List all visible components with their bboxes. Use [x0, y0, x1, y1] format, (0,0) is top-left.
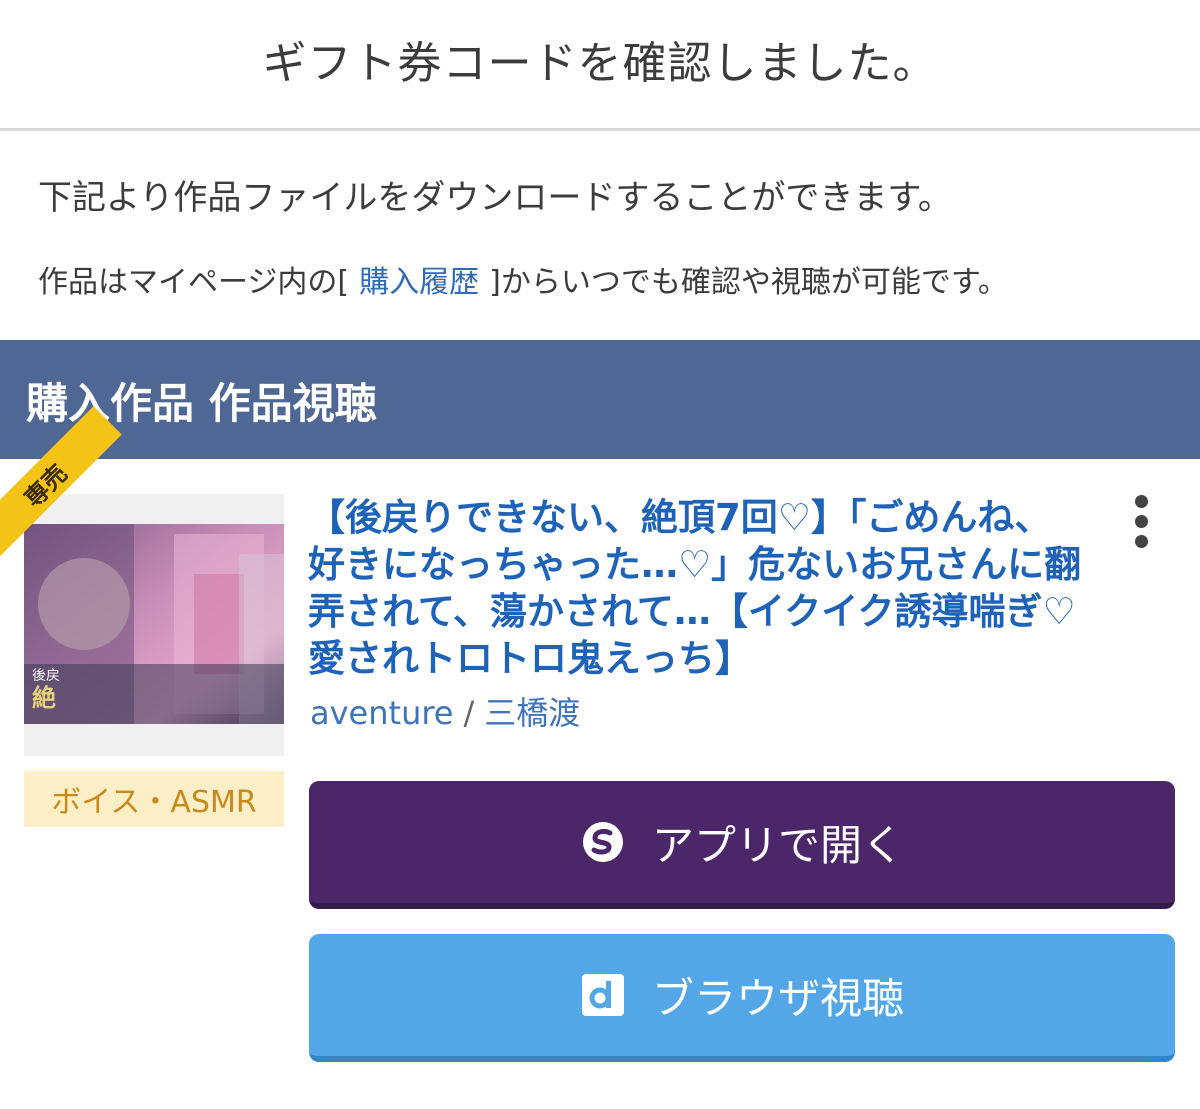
product-thumbnail[interactable]: 後戻 絶 [24, 494, 284, 756]
app-logo-icon [580, 819, 626, 865]
more-vertical-icon[interactable] [1123, 490, 1159, 548]
thumbnail-image: 後戻 絶 [24, 494, 284, 756]
product-title[interactable]: 【後戻りできない、絶頂7回♡】「ごめんね、好きになっちゃった…♡」危ないお兄さん… [308, 494, 1088, 682]
open-in-app-button[interactable]: アプリで開く [309, 781, 1175, 909]
browser-view-button[interactable]: ブラウザ視聴 [309, 934, 1175, 1062]
open-in-app-label: アプリで開く [651, 820, 904, 870]
creator-separator: / [463, 694, 475, 732]
voice-actor-link[interactable]: 三橋渡 [484, 694, 580, 732]
mypage-suffix: ]からいつでも確認や視聴が可能です。 [489, 265, 1008, 300]
thumbnail-text-2: 絶 [32, 684, 56, 712]
download-message: 下記より作品ファイルをダウンロードすることができます。 [38, 178, 952, 218]
mypage-prefix: 作品はマイページ内の[ [38, 265, 350, 300]
page-title: ギフト券コードを確認しました。 [262, 38, 938, 89]
purchase-history-link[interactable]: 購入履歴 [359, 265, 479, 300]
browser-view-label: ブラウザ視聴 [651, 973, 904, 1023]
section-header: 購入作品 作品視聴 [0, 340, 1200, 459]
page-header: ギフト券コードを確認しました。 [0, 0, 1200, 131]
d-logo-icon [580, 972, 626, 1018]
mypage-message: 作品はマイページ内の[ 購入履歴 ]からいつでも確認や視聴が可能です。 [38, 257, 1008, 301]
category-tag: ボイス・ASMR [24, 771, 284, 827]
circle-link[interactable]: aventure [310, 694, 453, 732]
creator-line: aventure / 三橋渡 [310, 688, 580, 734]
thumbnail-text-1: 後戻 [32, 668, 60, 684]
